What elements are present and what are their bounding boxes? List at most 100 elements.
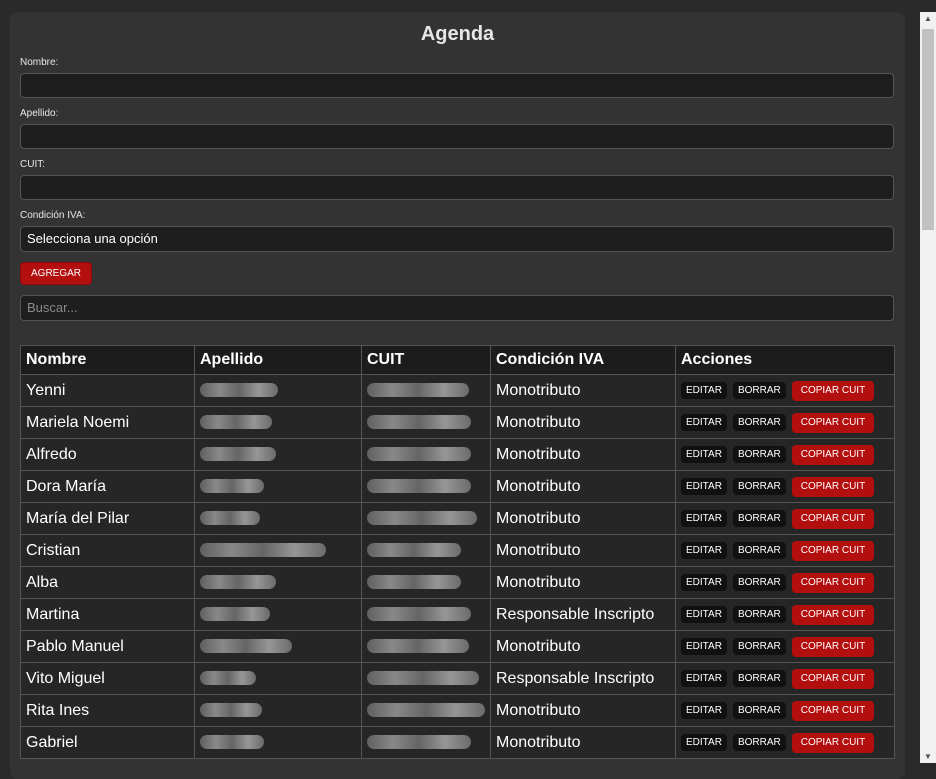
- copy-cuit-button[interactable]: COPIAR CUIT: [791, 413, 875, 433]
- cell-cuit: [361, 374, 491, 407]
- copy-cuit-button[interactable]: COPIAR CUIT: [791, 605, 875, 625]
- scrollbar-thumb[interactable]: [922, 29, 934, 230]
- cell-cuit: [361, 630, 491, 663]
- edit-button[interactable]: EDITAR: [681, 542, 727, 559]
- page-title: Agenda: [420, 23, 495, 45]
- edit-button[interactable]: EDITAR: [681, 638, 727, 655]
- redacted-apellido: [200, 703, 262, 718]
- cell-cuit: [361, 406, 491, 439]
- delete-button[interactable]: BORRAR: [732, 574, 786, 591]
- redacted-cuit: [367, 511, 477, 526]
- copy-cuit-button[interactable]: COPIAR CUIT: [791, 733, 875, 753]
- scroll-up-icon[interactable]: ▲: [920, 14, 936, 23]
- nombre-input[interactable]: [20, 73, 894, 98]
- cell-apellido: [194, 598, 362, 631]
- cell-apellido: [194, 566, 362, 599]
- edit-button[interactable]: EDITAR: [681, 606, 727, 623]
- copy-cuit-button[interactable]: COPIAR CUIT: [791, 541, 875, 561]
- cell-nombre: Yenni: [20, 374, 195, 407]
- cell-nombre: Rita Ines: [20, 694, 195, 727]
- redacted-cuit: [367, 639, 469, 654]
- table-row: Dora María Monotributo EDITAR BORRAR COPIAR …: [20, 470, 895, 503]
- cell-apellido: [194, 694, 362, 727]
- cuit-input[interactable]: [20, 175, 894, 200]
- edit-button[interactable]: EDITAR: [681, 702, 727, 719]
- copy-cuit-button[interactable]: COPIAR CUIT: [791, 637, 875, 657]
- cell-cuit: [361, 438, 491, 471]
- cell-acciones: EDITAR BORRAR COPIAR CUIT: [675, 502, 895, 535]
- delete-button[interactable]: BORRAR: [732, 542, 786, 559]
- apellido-input[interactable]: [20, 124, 894, 149]
- copy-cuit-button[interactable]: COPIAR CUIT: [791, 573, 875, 593]
- cell-acciones: EDITAR BORRAR COPIAR CUIT: [675, 726, 895, 759]
- redacted-cuit: [367, 415, 471, 430]
- cell-apellido: [194, 470, 362, 503]
- cell-acciones: EDITAR BORRAR COPIAR CUIT: [675, 470, 895, 503]
- redacted-apellido: [200, 447, 276, 462]
- search-input[interactable]: Buscar...: [20, 295, 894, 321]
- cell-acciones: EDITAR BORRAR COPIAR CUIT: [675, 694, 895, 727]
- redacted-apellido: [200, 639, 292, 654]
- edit-button[interactable]: EDITAR: [681, 478, 727, 495]
- cell-apellido: [194, 662, 362, 695]
- delete-button[interactable]: BORRAR: [732, 446, 786, 463]
- condicion-label: Condición IVA:: [20, 210, 86, 221]
- agenda-panel: Agenda Nombre: Apellido: CUIT: Condición…: [10, 12, 905, 779]
- delete-button[interactable]: BORRAR: [732, 382, 786, 399]
- cell-acciones: EDITAR BORRAR COPIAR CUIT: [675, 534, 895, 567]
- table-row: Alfredo Monotributo EDITAR BORRAR COPIAR CUI…: [20, 438, 895, 471]
- cell-condicion: Monotributo: [490, 566, 676, 599]
- cell-condicion: Monotributo: [490, 630, 676, 663]
- table-row: Pablo Manuel Monotributo EDITAR BORRAR COPIA…: [20, 630, 895, 663]
- cell-condicion: Monotributo: [490, 694, 676, 727]
- condicion-select[interactable]: Selecciona una opción: [20, 226, 894, 252]
- cell-condicion: Monotributo: [490, 470, 676, 503]
- edit-button[interactable]: EDITAR: [681, 414, 727, 431]
- cell-condicion: Monotributo: [490, 502, 676, 535]
- delete-button[interactable]: BORRAR: [732, 702, 786, 719]
- cell-nombre: Dora María: [20, 470, 195, 503]
- table-row: Yenni Monotributo EDITAR BORRAR COPIAR CUIT: [20, 374, 895, 407]
- delete-button[interactable]: BORRAR: [732, 510, 786, 527]
- edit-button[interactable]: EDITAR: [681, 670, 727, 687]
- delete-button[interactable]: BORRAR: [732, 478, 786, 495]
- redacted-cuit: [367, 479, 471, 494]
- copy-cuit-button[interactable]: COPIAR CUIT: [791, 445, 875, 465]
- cell-apellido: [194, 502, 362, 535]
- edit-button[interactable]: EDITAR: [681, 382, 727, 399]
- delete-button[interactable]: BORRAR: [732, 414, 786, 431]
- redacted-cuit: [367, 447, 471, 462]
- cell-cuit: [361, 694, 491, 727]
- redacted-apellido: [200, 383, 278, 398]
- edit-button[interactable]: EDITAR: [681, 574, 727, 591]
- cell-acciones: EDITAR BORRAR COPIAR CUIT: [675, 406, 895, 439]
- redacted-apellido: [200, 479, 264, 494]
- delete-button[interactable]: BORRAR: [732, 606, 786, 623]
- edit-button[interactable]: EDITAR: [681, 510, 727, 527]
- table-row: Alba Monotributo EDITAR BORRAR COPIAR CUIT: [20, 566, 895, 599]
- copy-cuit-button[interactable]: COPIAR CUIT: [791, 477, 875, 497]
- cell-acciones: EDITAR BORRAR COPIAR CUIT: [675, 630, 895, 663]
- copy-cuit-button[interactable]: COPIAR CUIT: [791, 701, 875, 721]
- table-row: Martina Responsable Inscripto EDITAR BORRAR…: [20, 598, 895, 631]
- cell-nombre: Vito Miguel: [20, 662, 195, 695]
- scroll-down-icon[interactable]: ▼: [920, 752, 936, 761]
- header-acciones: Acciones: [675, 345, 895, 375]
- copy-cuit-button[interactable]: COPIAR CUIT: [791, 669, 875, 689]
- redacted-cuit: [367, 575, 461, 590]
- cell-nombre: Gabriel: [20, 726, 195, 759]
- copy-cuit-button[interactable]: COPIAR CUIT: [791, 509, 875, 529]
- contact-form: Nombre: Apellido: CUIT: Condición IVA: S…: [10, 56, 905, 321]
- cell-cuit: [361, 598, 491, 631]
- delete-button[interactable]: BORRAR: [732, 670, 786, 687]
- add-button[interactable]: AGREGAR: [20, 262, 93, 285]
- cell-acciones: EDITAR BORRAR COPIAR CUIT: [675, 598, 895, 631]
- contacts-table: Nombre Apellido CUIT Condición IVA Accio…: [20, 345, 895, 759]
- table-row: Rita Ines Monotributo EDITAR BORRAR COPIAR C…: [20, 694, 895, 727]
- edit-button[interactable]: EDITAR: [681, 446, 727, 463]
- edit-button[interactable]: EDITAR: [681, 734, 727, 751]
- copy-cuit-button[interactable]: COPIAR CUIT: [791, 381, 875, 401]
- delete-button[interactable]: BORRAR: [732, 638, 786, 655]
- scrollbar[interactable]: ▲ ▼: [920, 12, 936, 763]
- delete-button[interactable]: BORRAR: [732, 734, 786, 751]
